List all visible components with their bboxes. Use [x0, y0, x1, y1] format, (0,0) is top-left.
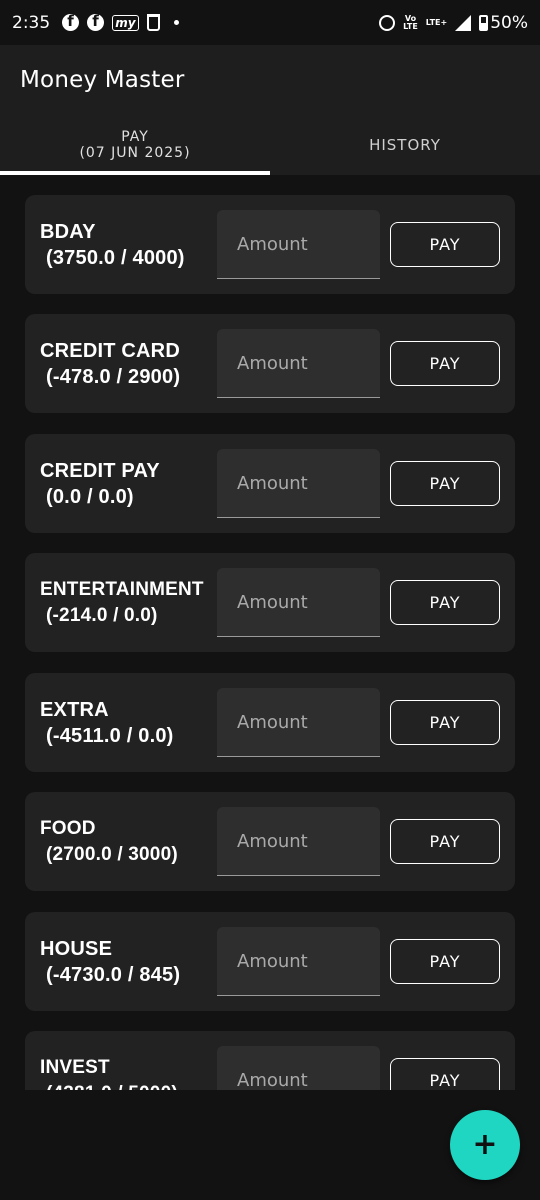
amount-input[interactable]	[217, 1046, 380, 1090]
category-amount: (-214.0 / 0.0)	[46, 605, 158, 626]
facebook-icon	[87, 12, 105, 31]
category-amount: (4381.0 / 5000)	[40, 1081, 225, 1090]
category-label: CREDIT CARD (-478.0 / 2900)	[40, 338, 225, 390]
tab-pay[interactable]: PAY (07 JUN 2025)	[0, 115, 270, 175]
pay-button[interactable]: PAY	[390, 222, 500, 267]
amount-input[interactable]	[217, 927, 380, 996]
amount-input[interactable]	[217, 688, 380, 757]
dot-icon	[173, 20, 179, 25]
pay-button[interactable]: PAY	[390, 461, 500, 506]
cup-icon	[146, 14, 160, 31]
myjio-icon: my	[112, 14, 139, 31]
pay-button[interactable]: PAY	[390, 939, 500, 984]
volte-bottom-label: LTE	[403, 21, 418, 31]
category-name: FOOD	[40, 818, 96, 839]
category-card: ENTERTAINMENT (-214.0 / 0.0) PAY	[25, 553, 515, 652]
category-label: FOOD (2700.0 / 3000)	[40, 816, 225, 868]
category-label: HOUSE (-4730.0 / 845)	[40, 936, 225, 988]
alarm-icon	[379, 14, 396, 31]
battery-percent: 50%	[490, 12, 528, 33]
tab-history-label: HISTORY	[369, 136, 441, 154]
amount-input[interactable]	[217, 449, 380, 518]
category-amount: (2700.0 / 3000)	[46, 844, 178, 865]
category-list[interactable]: BDAY (3750.0 / 4000) PAY CREDIT CARD (-4…	[0, 175, 540, 1090]
pay-button[interactable]: PAY	[390, 1058, 500, 1090]
category-card: BDAY (3750.0 / 4000) PAY	[25, 195, 515, 294]
category-card: INVEST (4381.0 / 5000) PAY	[25, 1031, 515, 1090]
app-bar: Money Master	[0, 45, 540, 115]
plus-icon: +	[472, 1127, 498, 1162]
add-category-button[interactable]: +	[450, 1110, 520, 1180]
lte-icon: LTE+	[425, 17, 448, 27]
category-name: CREDIT PAY	[40, 460, 160, 482]
category-card: CREDIT CARD (-478.0 / 2900) PAY	[25, 314, 515, 413]
category-label: INVEST (4381.0 / 5000)	[40, 1055, 225, 1090]
pay-button[interactable]: PAY	[390, 700, 500, 745]
category-name: CREDIT CARD	[40, 340, 180, 362]
amount-input[interactable]	[217, 329, 380, 398]
tab-bar: PAY (07 JUN 2025) HISTORY	[0, 115, 540, 175]
category-label: BDAY (3750.0 / 4000)	[40, 219, 225, 271]
category-name: HOUSE	[40, 938, 113, 960]
amount-input[interactable]	[217, 807, 380, 876]
category-name: INVEST	[40, 1057, 110, 1078]
category-amount: (3750.0 / 4000)	[46, 247, 185, 269]
category-label: EXTRA (-4511.0 / 0.0)	[40, 697, 225, 749]
category-card: CREDIT PAY (0.0 / 0.0) PAY	[25, 434, 515, 533]
category-name: ENTERTAINMENT	[40, 579, 204, 600]
category-name: EXTRA	[40, 699, 109, 721]
facebook-icon	[62, 12, 80, 31]
category-label: CREDIT PAY (0.0 / 0.0)	[40, 458, 225, 510]
category-amount: (-4511.0 / 0.0)	[46, 725, 174, 747]
tab-history[interactable]: HISTORY	[270, 115, 540, 175]
status-right: Vo LTE LTE+ 50%	[379, 13, 528, 33]
app-title: Money Master	[20, 67, 185, 93]
category-amount: (-478.0 / 2900)	[46, 366, 181, 388]
status-left: 2:35 my	[12, 12, 179, 33]
amount-input[interactable]	[217, 568, 380, 637]
amount-input[interactable]	[217, 210, 380, 279]
category-card: FOOD (2700.0 / 3000) PAY	[25, 792, 515, 891]
category-label: ENTERTAINMENT (-214.0 / 0.0)	[40, 577, 225, 629]
category-amount: (-4730.0 / 845)	[46, 964, 181, 986]
category-card: HOUSE (-4730.0 / 845) PAY	[25, 912, 515, 1011]
pay-button[interactable]: PAY	[390, 819, 500, 864]
category-card: EXTRA (-4511.0 / 0.0) PAY	[25, 673, 515, 772]
tab-pay-label: PAY	[121, 129, 149, 145]
signal-icon	[455, 14, 472, 31]
category-name: BDAY	[40, 221, 96, 243]
status-time: 2:35	[12, 12, 51, 33]
status-bar: 2:35 my Vo LTE LTE+ 50%	[0, 0, 540, 45]
category-amount: (0.0 / 0.0)	[46, 486, 134, 508]
tab-pay-date: (07 JUN 2025)	[79, 145, 191, 161]
pay-button[interactable]: PAY	[390, 341, 500, 386]
pay-button[interactable]: PAY	[390, 580, 500, 625]
volte-icon: Vo LTE	[403, 14, 418, 31]
battery-icon	[479, 14, 489, 31]
